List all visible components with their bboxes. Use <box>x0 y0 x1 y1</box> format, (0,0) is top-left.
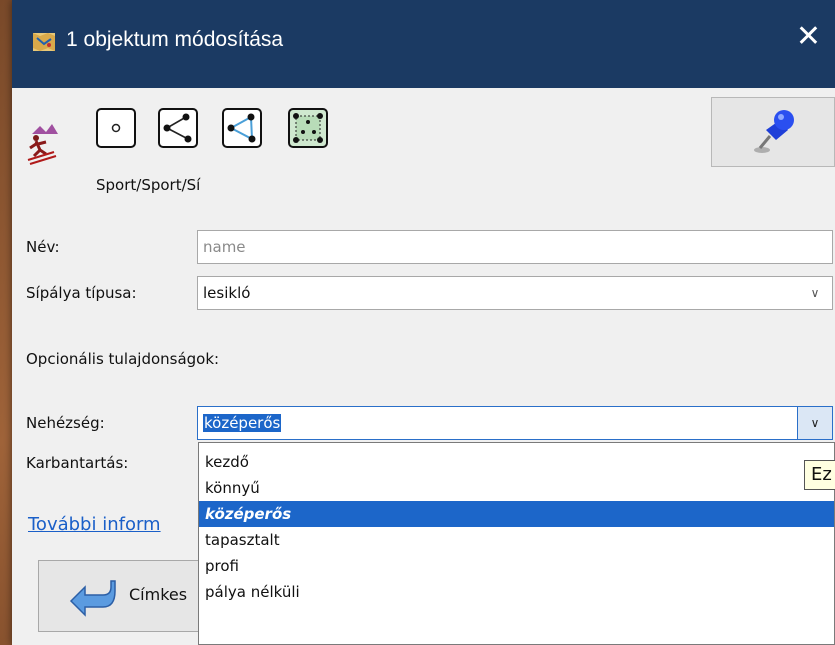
difficulty-dropdown-list[interactable]: kezdő könnyű középerős tapasztalt profi … <box>198 442 835 645</box>
pushpin-icon <box>754 110 794 153</box>
window-title: 1 objektum módosítása <box>66 28 284 51</box>
tooltip: Ez <box>804 460 835 490</box>
point-geometry-button[interactable] <box>96 108 136 148</box>
line-icon <box>163 113 192 143</box>
chevron-down-icon[interactable]: ∨ <box>798 277 832 309</box>
difficulty-combobox[interactable]: középerős ∨ <box>197 406 833 440</box>
back-arrow-icon <box>69 580 116 617</box>
more-info-link[interactable]: További inform <box>28 514 161 535</box>
line-geometry-button[interactable] <box>158 108 198 148</box>
dropdown-option[interactable]: profi <box>199 553 834 579</box>
name-label: Név: <box>26 238 60 256</box>
difficulty-value: középerős <box>203 414 282 432</box>
dropdown-option[interactable]: kezdő <box>199 449 834 475</box>
optional-heading: Opcionális tulajdonságok: <box>26 350 220 368</box>
tooltip-text: Ez <box>811 464 832 485</box>
tags-button-label: Címkes <box>129 585 188 604</box>
dropdown-option[interactable]: könnyű <box>199 475 834 501</box>
pin-button[interactable] <box>711 97 835 167</box>
area-geometry-button[interactable] <box>288 108 328 148</box>
closed-way-icon <box>227 113 256 143</box>
app-icon <box>33 33 55 51</box>
dropdown-option-selected[interactable]: középerős <box>199 501 834 527</box>
point-icon <box>111 123 121 133</box>
dropdown-option[interactable]: tapasztalt <box>199 527 834 553</box>
closed-way-geometry-button[interactable] <box>222 108 262 148</box>
close-icon[interactable]: ✕ <box>796 22 821 52</box>
dropdown-option[interactable]: pálya nélküli <box>199 579 834 605</box>
maintenance-label: Karbantartás: <box>26 454 129 472</box>
title-bar[interactable]: 1 objektum módosítása ✕ <box>12 0 835 88</box>
name-input[interactable]: name <box>197 230 833 264</box>
difficulty-label: Nehézség: <box>26 414 105 432</box>
skier-icon <box>27 124 58 165</box>
preset-path: Sport/Sport/Sí <box>96 176 201 194</box>
type-combobox[interactable]: lesikló ∨ <box>197 276 833 310</box>
area-icon <box>293 113 323 143</box>
name-placeholder: name <box>203 238 246 256</box>
chevron-down-icon[interactable]: ∨ <box>797 407 832 439</box>
type-value: lesikló <box>203 284 251 302</box>
type-label: Sípálya típusa: <box>26 284 137 302</box>
